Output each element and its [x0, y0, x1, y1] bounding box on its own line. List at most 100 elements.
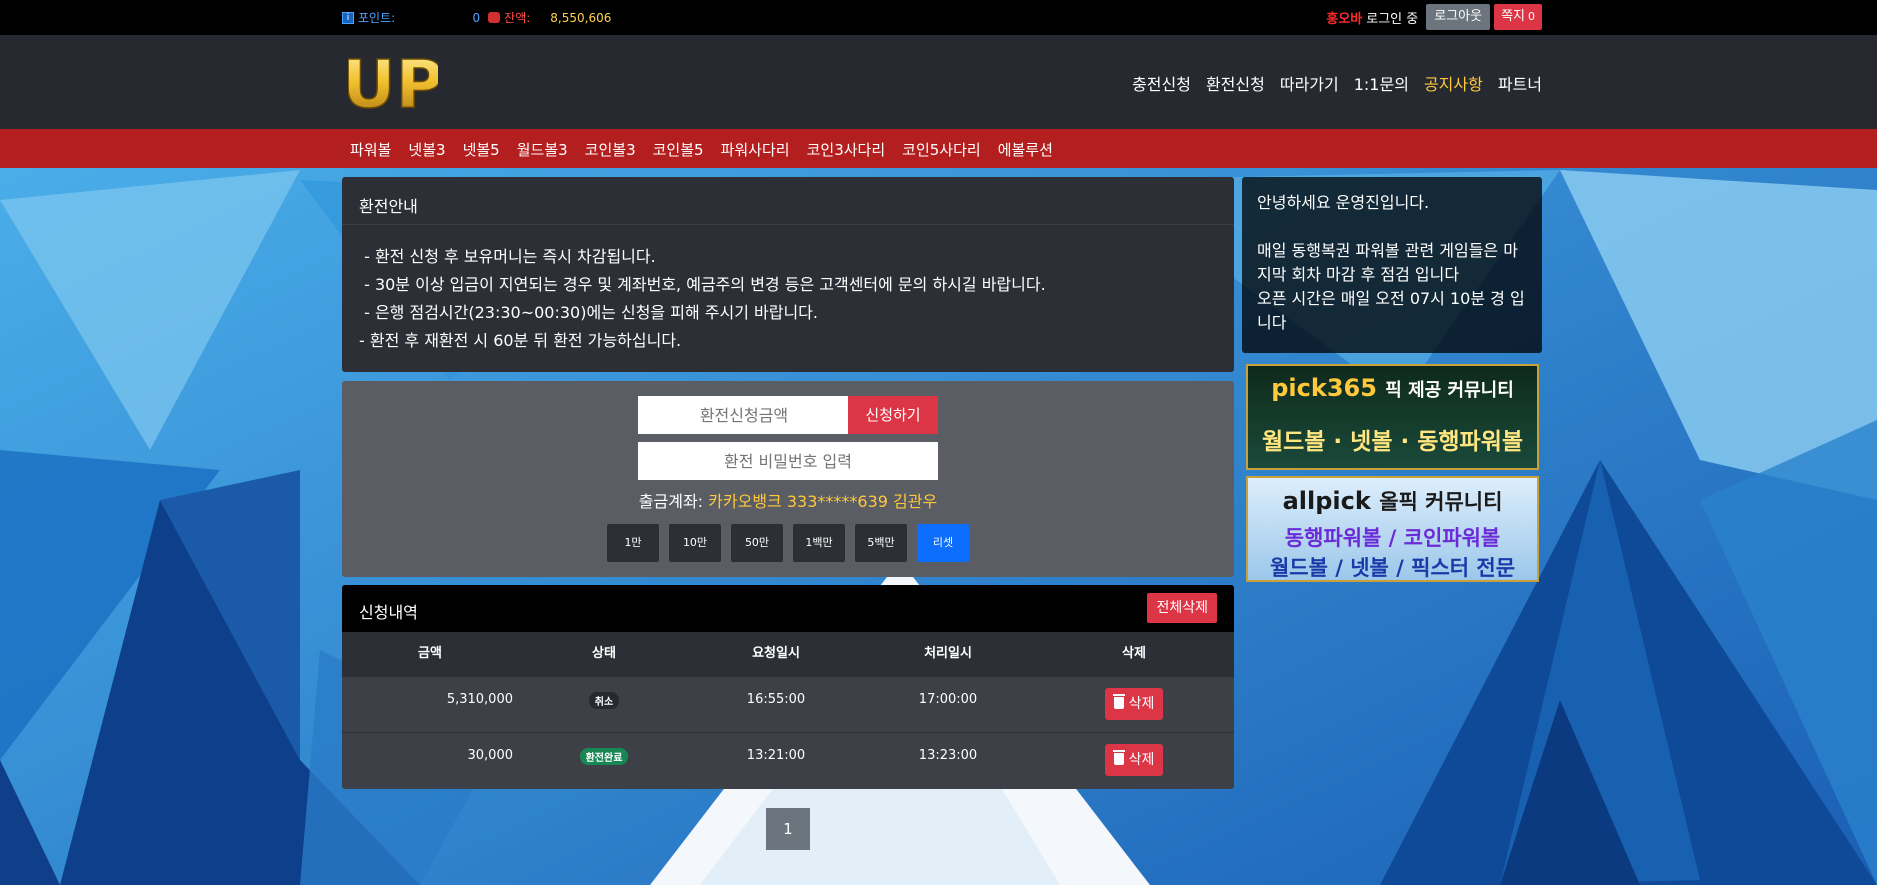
game-worldball3[interactable]: 월드볼3 [517, 139, 568, 160]
row-amount: 30,000 [467, 748, 514, 763]
message-button[interactable]: 쪽지 0 [1494, 4, 1542, 30]
account-label: 출금계좌: [638, 492, 704, 511]
message-count: 0 [1528, 10, 1535, 23]
banner-subtitle: 월드볼 / 넷볼 / 픽스터 전문 [1269, 556, 1516, 580]
notice-line: 오픈 시간은 매일 오전 07시 10분 경 입니다 [1257, 289, 1525, 332]
banner-brand: pick365 [1271, 374, 1377, 402]
top-bar: i 포인트: 0 잔액: 8,550,606 홍오바 로그인 중 로그아웃 쪽지… [0, 0, 1877, 35]
quick-5m-button[interactable]: 5백만 [855, 524, 907, 562]
balance-value: 8,550,606 [550, 10, 612, 25]
withdrawal-account: 출금계좌: 카카오뱅크 333*****639 김관우 [638, 488, 938, 512]
main-nav: 충전신청 환전신청 따라가기 1:1문의 공지사항 파트너 [1132, 71, 1542, 95]
info-line: - 은행 점검시간(23:30~00:30)에는 신청을 피해 주시기 바랍니다… [359, 303, 818, 322]
notice-line: 안녕하세요 운영진입니다. [1257, 193, 1430, 212]
row-status: 취소 [518, 677, 690, 732]
logo-text: UP [348, 47, 438, 117]
row-processed: 13:23:00 [918, 748, 978, 763]
delete-all-button[interactable]: 전체삭제 [1147, 593, 1217, 623]
col-status: 상태 [592, 646, 616, 661]
site-header: UP 충전신청 환전신청 따라가기 1:1문의 공지사항 파트너 [0, 35, 1877, 129]
game-coinball3[interactable]: 코인볼3 [585, 139, 636, 160]
game-evolution[interactable]: 에볼루션 [998, 139, 1053, 160]
col-requested: 요청일시 [752, 646, 800, 661]
request-history-panel: 신청내역 전체삭제 금액 상태 요청일시 처리일시 삭제 5,310,000 취… [342, 585, 1234, 789]
panel-title: 환전안내 [342, 177, 1234, 225]
page-1-button[interactable]: 1 [766, 808, 810, 850]
table-row: 30,000 환전완료 13:21:00 13:23:00 삭제 [342, 732, 1234, 788]
trash-icon [1112, 750, 1125, 765]
nav-inquiry[interactable]: 1:1문의 [1354, 71, 1409, 95]
balance-label: 잔액: [504, 11, 531, 25]
reset-button[interactable]: 리셋 [917, 524, 969, 562]
notice-line: 매일 동행복권 파워볼 관련 게임들은 마지막 회차 마감 후 점검 입니다 [1257, 241, 1518, 284]
account-value: 카카오뱅크 333*****639 김관우 [708, 492, 938, 511]
account-summary: i 포인트: 0 잔액: 8,550,606 [342, 9, 611, 26]
banner-headline: allpick 올픽 커뮤니티 [1248, 486, 1537, 516]
nav-exchange[interactable]: 환전신청 [1206, 71, 1265, 95]
nav-notice[interactable]: 공지사항 [1424, 71, 1483, 95]
row-processed: 17:00:00 [918, 692, 978, 707]
notice-line [1257, 215, 1527, 239]
banner-brand: allpick [1282, 487, 1371, 515]
message-label: 쪽지 [1501, 9, 1525, 24]
banner-subtitle: 동행파워볼 / 코인파워볼 [1284, 526, 1501, 550]
delete-label: 삭제 [1128, 752, 1155, 768]
username: 홍오바 [1326, 11, 1363, 27]
banner-headline: pick365 픽 제공 커뮤니티 [1248, 374, 1537, 402]
game-coinball5[interactable]: 코인볼5 [653, 139, 704, 160]
delete-row-button[interactable]: 삭제 [1104, 744, 1164, 776]
points-icon: i [342, 11, 354, 24]
banner-tag: 올픽 커뮤니티 [1379, 490, 1503, 514]
quick-10k-button[interactable]: 1만 [607, 524, 659, 562]
pick365-banner[interactable]: pick365 픽 제공 커뮤니티 월드볼 · 넷볼 · 동행파워볼 [1246, 364, 1539, 470]
history-title: 신청내역 [359, 603, 418, 622]
info-line: - 환전 신청 후 보유머니는 즉시 차감됩니다. [359, 247, 656, 266]
banner-subtitle: 월드볼 · 넷볼 · 동행파워볼 [1261, 429, 1524, 455]
login-status: 로그인 중 [1366, 11, 1419, 27]
info-body: - 환전 신청 후 보유머니는 즉시 차감됩니다. - 30분 이상 입금이 지… [342, 225, 1234, 373]
nav-partner[interactable]: 파트너 [1498, 71, 1542, 95]
user-area: 홍오바 로그인 중 로그아웃 쪽지 0 [1326, 4, 1542, 30]
coin-icon [488, 12, 501, 23]
allpick-banner[interactable]: allpick 올픽 커뮤니티 동행파워볼 / 코인파워볼 월드볼 / 넷볼 /… [1246, 476, 1539, 582]
game-menu: 파워볼 넷볼3 넷볼5 월드볼3 코인볼3 코인볼5 파워사다리 코인3사다리 … [350, 139, 1053, 160]
table-row: 5,310,000 취소 16:55:00 17:00:00 삭제 [342, 676, 1234, 732]
col-processed: 처리일시 [924, 646, 972, 661]
info-line: - 30분 이상 입금이 지연되는 경우 및 계좌번호, 예금주의 변경 등은 … [359, 275, 1046, 294]
logout-button[interactable]: 로그아웃 [1426, 4, 1491, 30]
info-line: - 환전 후 재환전 시 60분 뒤 환전 가능하십니다. [359, 331, 682, 350]
row-requested: 16:55:00 [746, 692, 806, 707]
status-badge: 환전완료 [579, 748, 629, 765]
history-header: 신청내역 전체삭제 [342, 585, 1234, 632]
points-label: 포인트: [358, 11, 396, 25]
delete-row-button[interactable]: 삭제 [1104, 688, 1164, 720]
site-logo[interactable]: UP [348, 47, 438, 117]
delete-label: 삭제 [1128, 696, 1155, 712]
row-status: 환전완료 [518, 733, 690, 788]
game-power-ladder[interactable]: 파워사다리 [721, 139, 790, 160]
game-coin5-ladder[interactable]: 코인5사다리 [902, 139, 981, 160]
quick-1m-button[interactable]: 1백만 [793, 524, 845, 562]
nav-charge[interactable]: 충전신청 [1132, 71, 1191, 95]
amount-input[interactable] [638, 396, 850, 434]
game-powerball[interactable]: 파워볼 [350, 139, 391, 160]
status-badge: 취소 [588, 692, 620, 709]
quick-100k-button[interactable]: 10만 [669, 524, 721, 562]
game-bar: 파워볼 넷볼3 넷볼5 월드볼3 코인볼3 코인볼5 파워사다리 코인3사다리 … [0, 129, 1877, 168]
quick-500k-button[interactable]: 50만 [731, 524, 783, 562]
quick-amount-buttons: 1만 10만 50만 1백만 5백만 리셋 [607, 524, 969, 562]
nav-follow[interactable]: 따라가기 [1280, 71, 1339, 95]
banner-tag: 픽 제공 커뮤니티 [1385, 380, 1514, 401]
row-amount: 5,310,000 [446, 692, 513, 707]
points-value: 0 [472, 10, 481, 25]
trash-icon [1112, 694, 1125, 709]
table-header: 금액 상태 요청일시 처리일시 삭제 [342, 632, 1234, 676]
exchange-password-input[interactable] [638, 442, 938, 480]
game-netball3[interactable]: 넷볼3 [408, 139, 445, 160]
row-delete-cell: 삭제 [1034, 677, 1234, 732]
game-coin3-ladder[interactable]: 코인3사다리 [807, 139, 886, 160]
apply-button[interactable]: 신청하기 [848, 396, 938, 434]
exchange-info-panel: 환전안내 - 환전 신청 후 보유머니는 즉시 차감됩니다. - 30분 이상 … [342, 177, 1234, 372]
game-netball5[interactable]: 넷볼5 [463, 139, 500, 160]
col-amount: 금액 [418, 646, 442, 661]
